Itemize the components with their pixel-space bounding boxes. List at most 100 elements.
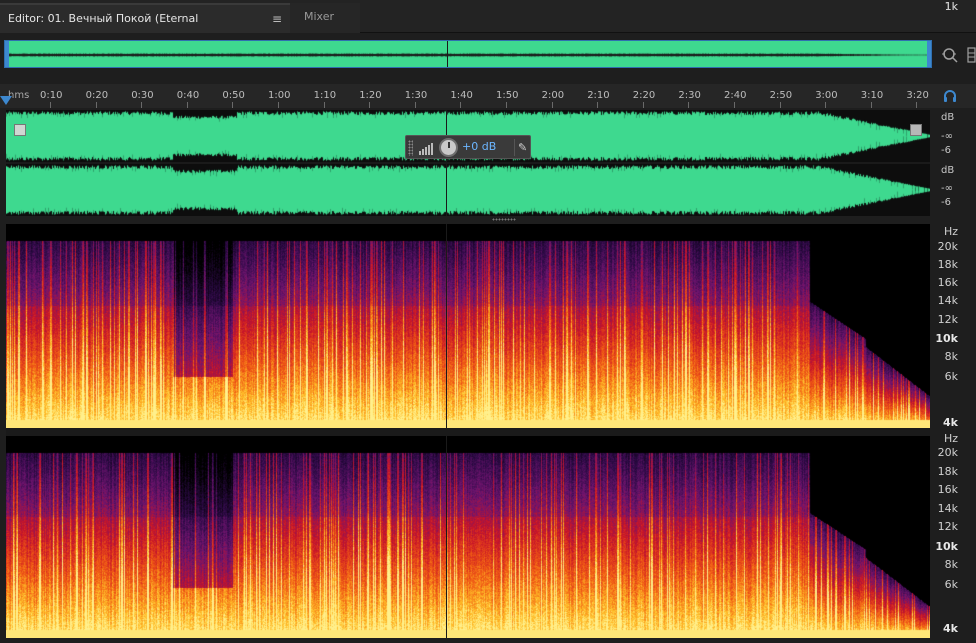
pin-icon[interactable]: ✎ (518, 141, 527, 154)
hz-scale-label: 12k (937, 313, 958, 326)
hz-scale-label: 8k (944, 350, 958, 363)
db-scale-label: -6 (941, 197, 951, 208)
hz-scale-label: 14k (937, 294, 958, 307)
panel-menu-icon[interactable]: ≡ (272, 5, 282, 33)
ruler-tick-label: 1:50 (496, 90, 519, 101)
ruler-tick-mark (369, 102, 371, 108)
time-ruler[interactable]: hms 0:10 0:20 0:30 0:40 0:50 1:00 1:10 1:20 1:30… (0, 84, 976, 108)
ruler-tick-label: 1:30 (404, 90, 428, 101)
ruler-tick-mark (50, 102, 51, 108)
spectrogram-channel-right[interactable] (6, 436, 930, 638)
ruler-tick-label: 3:00 (815, 90, 838, 101)
ruler-tick-mark (779, 102, 781, 108)
ruler-tick-label: 2:50 (769, 90, 793, 101)
hz-scale-label: 18k (937, 465, 958, 478)
hz-scale-label: 16k (937, 483, 958, 496)
hz-scale-label: 20k (937, 240, 958, 253)
ruler-tick-label: 0:40 (176, 90, 200, 101)
ruler-tick-label: 2:20 (632, 90, 656, 101)
hz-scale-label: 4k (943, 416, 958, 429)
ruler-tick-mark (141, 102, 143, 108)
ruler-tick-mark (460, 102, 462, 108)
hz-scale-label: 16k (937, 276, 958, 289)
hz-scale-label: 1k (944, 0, 958, 13)
waveform-channel-right[interactable] (6, 164, 930, 216)
overview-waveform (5, 41, 931, 67)
ruler-tick-mark (734, 102, 735, 108)
hz-scale-label: 6k (944, 578, 958, 591)
ruler-tick-mark (186, 102, 188, 108)
overview-navigator[interactable] (4, 40, 932, 68)
ruler-tick-mark (414, 102, 416, 108)
overview-playhead (447, 41, 448, 67)
channel-divider (6, 162, 930, 164)
db-scale-label: -6 (941, 145, 951, 156)
hud-drag-grip[interactable] (408, 140, 413, 156)
tab-editor[interactable]: Editor: 01. Вечный Покой (Eternal Quiesc… (0, 3, 290, 53)
ruler-tick-mark (232, 102, 234, 108)
ruler-tick-label: 1:00 (268, 90, 291, 101)
db-scale-label: -∞ (941, 183, 953, 194)
hz-scale-label: 14k (937, 502, 958, 515)
ruler-tick-label: 1:10 (313, 90, 337, 101)
ruler-tick-mark (688, 102, 690, 108)
hz-scale-label: 4k (943, 622, 958, 635)
playhead (446, 224, 447, 638)
ruler-tick-mark (825, 102, 827, 108)
hz-scale-label: 10k (935, 332, 958, 345)
volume-knob[interactable] (439, 138, 458, 157)
ruler-tick-mark (597, 102, 599, 108)
ruler-tick-label: 0:20 (85, 90, 109, 101)
ruler-tick-label: 3:20 (906, 90, 929, 101)
splitter-grip[interactable] (492, 218, 516, 221)
spectral-frequency-display[interactable] (6, 224, 930, 638)
ruler-tick-mark (551, 102, 553, 108)
ruler-tick-label: 2:10 (587, 90, 610, 101)
tab-mixer-label: Mixer (304, 10, 335, 23)
ruler-tick-label: 3:10 (860, 90, 884, 101)
channel-divider (6, 428, 930, 436)
pane-splitter[interactable] (0, 216, 930, 224)
volume-hud[interactable]: +0 dB ✎ (405, 135, 531, 159)
hz-scale-label: 12k (937, 520, 958, 533)
hz-scale-label: 20k (937, 446, 958, 459)
panel-toggle-icon[interactable] (966, 45, 976, 65)
ruler-tick-label: 1:40 (450, 90, 473, 101)
tab-mixer[interactable]: Mixer (290, 3, 360, 33)
ruler-tick-mark (506, 102, 507, 108)
db-scale-label: -∞ (941, 131, 953, 142)
ruler-tick-mark (323, 102, 325, 108)
hz-scale-label: 8k (944, 558, 958, 571)
ruler-tick-label: 0:10 (40, 90, 63, 101)
level-meter-icon (419, 143, 433, 155)
ruler-tick-label: 2:40 (724, 90, 747, 101)
playhead-start-marker[interactable] (0, 96, 12, 105)
waveform-display[interactable] (6, 110, 930, 216)
fade-in-handle[interactable] (14, 124, 26, 136)
hz-scale-label: 18k (937, 258, 958, 271)
tab-bar: Editor: 01. Вечный Покой (Eternal Quiesc… (0, 0, 976, 53)
ruler-tick-mark (278, 102, 279, 108)
ruler-tick-mark (916, 102, 918, 108)
db-scale-label: dB (941, 165, 955, 176)
hz-scale-label: 10k (935, 540, 958, 553)
overview-left-handle[interactable] (5, 41, 9, 67)
ruler-tick-label: 2:00 (541, 90, 565, 101)
spectrogram-channel-left[interactable] (6, 224, 930, 428)
hud-separator (514, 139, 515, 156)
fade-out-handle[interactable] (910, 124, 922, 136)
zoom-in-icon[interactable] (940, 45, 960, 65)
ruler-tick-label: 0:30 (131, 90, 154, 101)
volume-value[interactable]: +0 dB (462, 140, 496, 153)
ruler-tick-mark (642, 102, 644, 108)
playhead[interactable] (446, 110, 447, 216)
hz-scale-label: Hz (943, 432, 958, 445)
headphones-icon[interactable] (942, 88, 958, 104)
db-scale-label: dB (941, 112, 955, 123)
ruler-tick-mark (95, 102, 97, 108)
ruler-tick-mark (870, 102, 872, 108)
hz-scale-label: 6k (944, 370, 958, 383)
ruler-tick-label: 2:30 (678, 90, 701, 101)
ruler-tick-label: 1:20 (359, 90, 382, 101)
overview-right-handle[interactable] (927, 41, 931, 67)
